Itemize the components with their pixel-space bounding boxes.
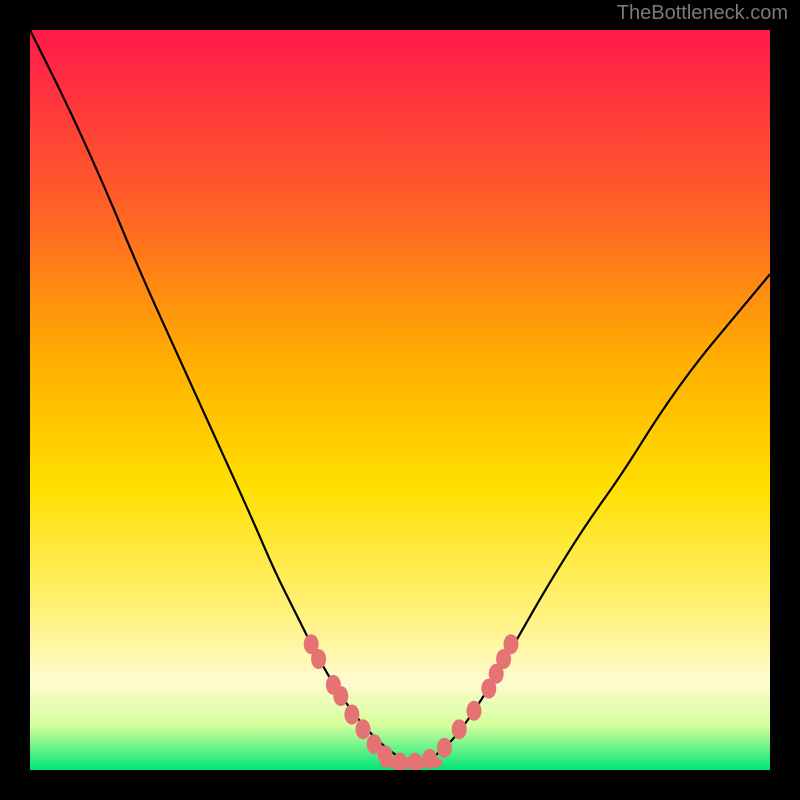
data-point-marker <box>422 749 437 769</box>
data-point-marker <box>437 738 452 758</box>
chart-svg <box>30 30 770 770</box>
data-point-marker <box>356 719 371 739</box>
data-point-marker <box>344 705 359 725</box>
data-point-marker <box>467 701 482 721</box>
data-point-marker <box>452 719 467 739</box>
data-point-marker <box>378 745 393 765</box>
plot-area <box>30 30 770 770</box>
data-point-marker <box>311 649 326 669</box>
gradient-background <box>30 30 770 770</box>
data-point-marker <box>504 634 519 654</box>
attribution-label: TheBottleneck.com <box>617 2 788 25</box>
chart-frame: TheBottleneck.com <box>0 0 800 800</box>
data-point-marker <box>333 686 348 706</box>
